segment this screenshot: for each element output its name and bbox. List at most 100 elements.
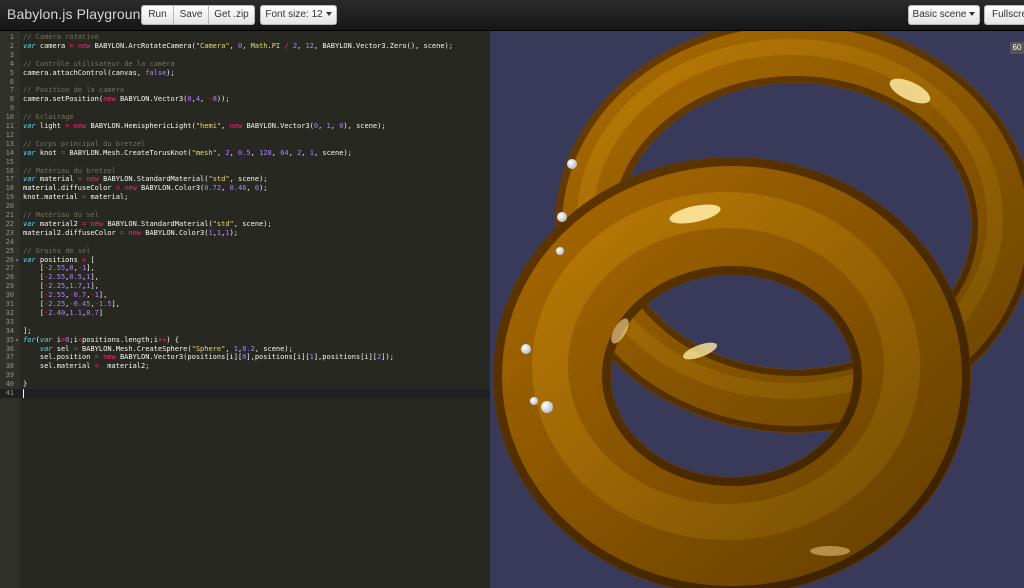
code-line[interactable]: 31 [-2.25,-0.45,-1.5], [0, 300, 490, 309]
code-text: var positions = [ [23, 255, 95, 264]
code-line[interactable]: 10 // Eclairage [0, 113, 490, 122]
get-zip-button[interactable]: Get .zip [209, 5, 255, 25]
code-line[interactable]: 30 [-2.55,-0.7,-1], [0, 291, 490, 300]
code-line[interactable]: 7 // Position de la camera [0, 86, 490, 95]
line-number: 25 [5, 246, 14, 255]
code-line[interactable]: 34]; [0, 327, 490, 336]
code-line[interactable]: 1 // Caméra rotative [0, 33, 490, 42]
code-line[interactable]: 19 knot.material = material; [0, 193, 490, 202]
scene-render [493, 31, 1024, 588]
text-cursor [23, 389, 24, 398]
code-text: // Corps principal du bretzel [23, 139, 146, 148]
line-number: 29 [5, 282, 14, 291]
line-number: 23 [5, 228, 14, 237]
line-number: 2 [9, 41, 14, 50]
code-line[interactable]: 14 var knot = BABYLON.Mesh.CreateTorusKno… [0, 149, 490, 158]
code-line[interactable]: 21 // Matériau du sel [0, 211, 490, 220]
line-number: 39 [5, 371, 14, 380]
top-navbar: Babylon.js Playground Run Save Get .zip … [0, 0, 1024, 31]
save-button[interactable]: Save [174, 5, 209, 25]
salt-sphere [567, 159, 577, 169]
line-number: 12 [5, 130, 14, 139]
code-text: camera.attachControl(canvas, false); [23, 68, 175, 77]
code-line[interactable]: 28 [-2.55,0.5,1], [0, 273, 490, 282]
code-text: knot.material = material; [23, 193, 129, 202]
code-text: var light = new BABYLON.HemisphericLight… [23, 122, 386, 130]
code-line[interactable]: 15 [0, 158, 490, 167]
code-line[interactable]: 4 // Contrôle utilisateur de la caméra [0, 60, 490, 69]
code-line[interactable]: 37 sel.position = new BABYLON.Vector3(po… [0, 353, 490, 362]
line-number: 4 [9, 59, 14, 68]
code-text: [-2.25,-0.45,-1.5], [23, 300, 120, 308]
torus-knot-mesh [493, 31, 1024, 588]
code-line[interactable]: 18 material.diffuseColor = new BABYLON.Co… [0, 184, 490, 193]
code-line[interactable]: 25 // Grains de sel [0, 247, 490, 256]
code-text: [-2.55,0.5,1], [23, 273, 99, 282]
code-text: // Contrôle utilisateur de la caméra [23, 59, 175, 68]
code-text: material2.diffuseColor = new BABYLON.Col… [23, 228, 238, 237]
code-line[interactable]: 32 [-2.40,1.1,0.7] [0, 309, 490, 318]
fullscreen-button[interactable]: Fullscre [984, 5, 1024, 25]
line-number: 27 [5, 264, 14, 273]
code-text: [-2.40,1.1,0.7] [23, 308, 104, 317]
code-line[interactable]: 40} [0, 380, 490, 389]
line-number: 1 [9, 33, 14, 41]
line-number: 17 [5, 175, 14, 184]
code-line[interactable]: 23 material2.diffuseColor = new BABYLON.C… [0, 229, 490, 238]
code-text: for(var i=0;i<positions.length;i++) { [23, 335, 180, 344]
code-editor[interactable]: 1 // Caméra rotative 2 var camera = new BAB… [0, 31, 490, 588]
line-number: 5 [9, 68, 14, 77]
code-text: [-2.25,1.7,1], [23, 282, 99, 291]
code-text: // Grains de sel [23, 246, 91, 255]
line-number: 33 [5, 317, 14, 326]
line-number: 8 [9, 95, 14, 104]
line-number: 10 [5, 113, 14, 122]
code-text: // Caméra rotative [23, 33, 99, 41]
line-number: 24 [5, 237, 14, 246]
line-number: 9 [9, 104, 14, 113]
code-text: var sel = BABYLON.Mesh.CreateSphere("Sph… [39, 344, 293, 353]
code-line[interactable]: 27 [-2.55,0,-1], [0, 264, 490, 273]
code-line[interactable]: 33 [0, 318, 490, 327]
code-line[interactable]: 29 [-2.25,1.7,1], [0, 282, 490, 291]
line-number: 22 [5, 219, 14, 228]
fps-counter: 60 [1010, 42, 1024, 54]
code-line[interactable]: 39 [0, 371, 490, 380]
font-size-dropdown[interactable]: Font size: 12 [260, 5, 337, 25]
line-number: 16 [5, 166, 14, 175]
line-number: 32 [5, 308, 14, 317]
code-line[interactable]: 26 ▾ var positions = [ [0, 256, 490, 265]
code-line[interactable]: 35 ▾ for(var i=0;i<positions.length;i++) { [0, 336, 490, 345]
code-line[interactable]: 17 var material = new BABYLON.StandardMat… [0, 175, 490, 184]
code-text: // Matériau du sel [23, 211, 99, 219]
code-line[interactable]: 41 [0, 389, 490, 398]
code-line[interactable]: 2 var camera = new BABYLON.ArcRotateCamer… [0, 42, 490, 51]
fold-toggle-icon[interactable]: ▾ [15, 256, 19, 265]
code-line[interactable]: 38 sel.material = material2; [0, 362, 490, 371]
code-line[interactable]: 13 // Corps principal du bretzel [0, 140, 490, 149]
code-line[interactable]: 3 [0, 51, 490, 60]
code-line[interactable]: 8 camera.setPosition(new BABYLON.Vector3(… [0, 95, 490, 104]
code-line[interactable]: 16 // Matériau du bretzel [0, 167, 490, 176]
code-line[interactable]: 6 [0, 78, 490, 87]
code-line[interactable]: 36 var sel = BABYLON.Mesh.CreateSphere("… [0, 345, 490, 354]
code-line[interactable]: 22 var material2 = new BABYLON.StandardMa… [0, 220, 490, 229]
line-number: 36 [5, 344, 14, 353]
code-line[interactable]: 11 var light = new BABYLON.HemisphericLig… [0, 122, 490, 131]
line-number: 28 [5, 273, 14, 282]
line-number: 37 [5, 353, 14, 362]
line-number: 14 [5, 148, 14, 157]
scene-dropdown[interactable]: Basic scene [908, 5, 980, 25]
line-number: 19 [5, 193, 14, 202]
salt-sphere [521, 344, 531, 354]
line-number: 11 [5, 122, 14, 130]
code-line[interactable]: 12 [0, 131, 490, 140]
render-canvas[interactable]: 60 [490, 31, 1024, 588]
code-line[interactable]: 9 [0, 104, 490, 113]
code-line[interactable]: 5 camera.attachControl(canvas, false); [0, 69, 490, 78]
line-number: 41 [5, 389, 14, 397]
code-line[interactable]: 24 [0, 238, 490, 247]
fold-toggle-icon[interactable]: ▾ [15, 336, 19, 345]
run-button[interactable]: Run [141, 5, 174, 25]
code-line[interactable]: 20 [0, 202, 490, 211]
